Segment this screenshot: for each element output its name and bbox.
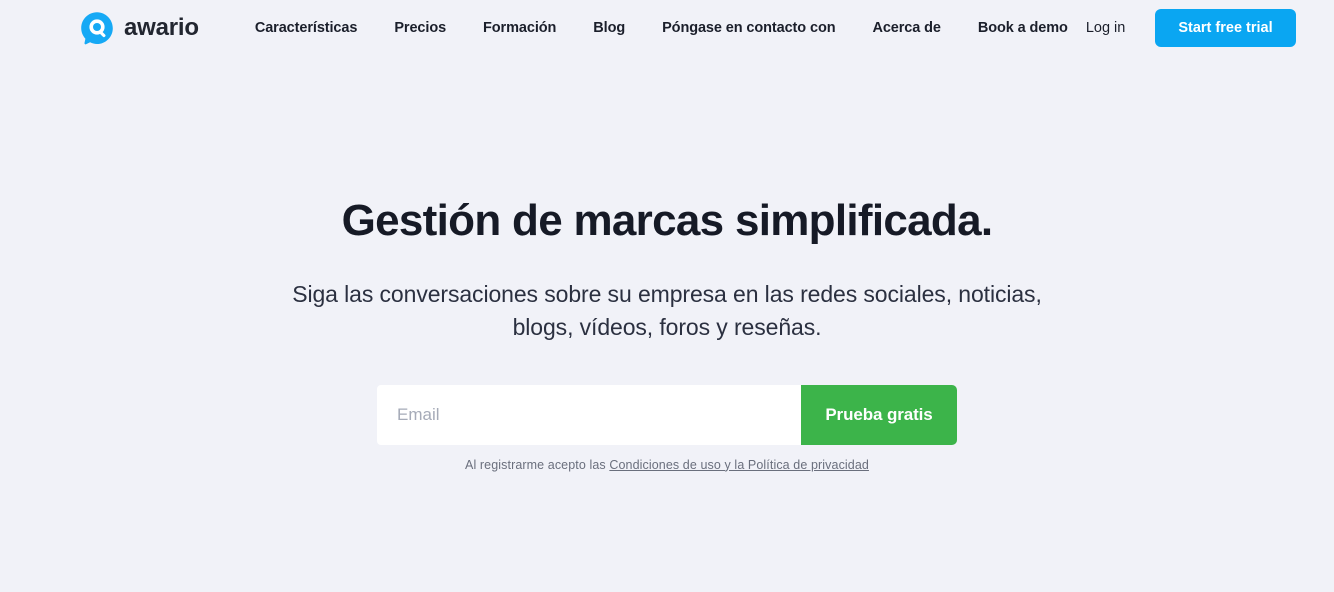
- hero-subtitle: Siga las conversaciones sobre su empresa…: [292, 281, 1042, 341]
- nav-item-contacto[interactable]: Póngase en contacto con: [662, 20, 835, 36]
- header-actions: Log in Start free trial: [1086, 9, 1296, 47]
- email-input[interactable]: [377, 384, 801, 445]
- nav-item-caracteristicas[interactable]: Características: [255, 20, 358, 36]
- prueba-gratis-submit-button[interactable]: Prueba gratis: [801, 384, 957, 445]
- nav-item-formacion[interactable]: Formación: [483, 20, 556, 36]
- hero-title: Gestión de marcas simplificada.: [341, 196, 993, 245]
- brand-name: awario: [124, 14, 199, 41]
- site-header: awario Características Precios Formación…: [0, 0, 1334, 56]
- nav-item-precios[interactable]: Precios: [394, 20, 446, 36]
- start-free-trial-button[interactable]: Start free trial: [1155, 9, 1296, 47]
- nav-item-acerca-de[interactable]: Acerca de: [872, 20, 941, 36]
- hero-section: Gestión de marcas simplificada. Siga las…: [0, 56, 1334, 472]
- legal-prefix: Al registrarme acepto las: [465, 457, 610, 472]
- signup-form: Prueba gratis: [377, 384, 957, 445]
- brand-logo-link[interactable]: awario: [80, 11, 199, 45]
- legal-consent-text: Al registrarme acepto las Condiciones de…: [0, 458, 1334, 472]
- nav-item-blog[interactable]: Blog: [593, 20, 625, 36]
- login-link[interactable]: Log in: [1086, 20, 1126, 36]
- nav-item-book-a-demo[interactable]: Book a demo: [978, 20, 1068, 36]
- terms-and-privacy-link[interactable]: Condiciones de uso y la Política de priv…: [609, 458, 869, 472]
- main-navigation: Características Precios Formación Blog P…: [255, 20, 1068, 36]
- awario-speech-bubble-search-logo-icon: [81, 12, 113, 45]
